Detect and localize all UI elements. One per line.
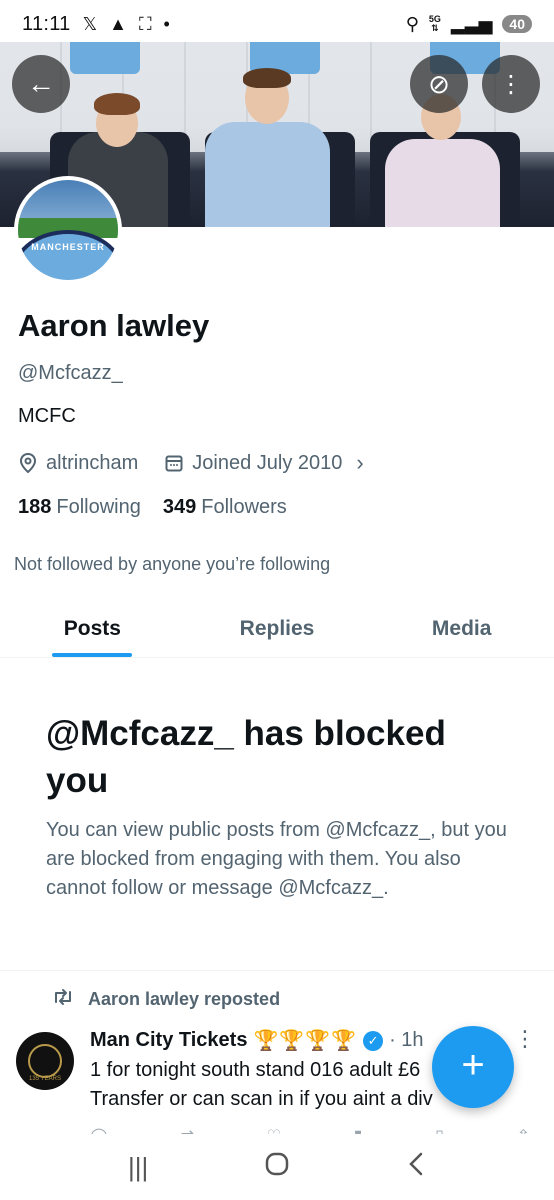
status-time: 11:11 xyxy=(22,12,71,35)
profile-handle: @Mcfcazz_ xyxy=(18,362,123,384)
location-icon: ⚲ xyxy=(405,14,419,34)
avatar-crest-ring xyxy=(28,1044,62,1078)
divider xyxy=(0,970,554,971)
profile-joined-date: Joined July 2010 xyxy=(192,451,343,474)
more-vertical-icon: ⋮ xyxy=(499,70,523,98)
repost-label[interactable]: Aaron lawley reposted xyxy=(88,989,280,1010)
profile-tabs: Posts Replies Media xyxy=(0,600,554,658)
avatar-years-text: 135 YEARS xyxy=(29,1076,61,1082)
location-pin-icon xyxy=(18,453,38,473)
bookmark-icon[interactable]: ▯ xyxy=(435,1126,444,1134)
tweet-text: 1 for tonight south stand 016 adult £6 T… xyxy=(90,1056,480,1114)
followers-link[interactable]: 349 Followers xyxy=(163,496,287,519)
like-icon[interactable]: ♡ xyxy=(267,1126,281,1134)
home-icon[interactable] xyxy=(264,1151,290,1184)
profile-meta: altrincham Joined July 2010 › xyxy=(18,450,364,476)
chevron-right-icon[interactable]: › xyxy=(356,450,363,476)
profile-bio: MCFC xyxy=(18,405,76,427)
tweet-header: Man City Tickets 🏆🏆🏆🏆 ✓ · 1h xyxy=(90,1028,424,1053)
tweet-actions: ◯ ⇄ ♡ ▮ ▯ ⇪ xyxy=(90,1126,530,1134)
battery-indicator: 40 xyxy=(502,15,532,33)
tweet-time: · 1h xyxy=(389,1029,424,1051)
arrow-left-icon: ← xyxy=(27,68,55,99)
trophy-emojis: 🏆🏆🏆🏆 xyxy=(253,1030,358,1052)
reply-icon[interactable]: ◯ xyxy=(90,1126,108,1134)
views-icon[interactable]: ▮ xyxy=(354,1126,363,1134)
blocked-description: You can view public posts from @Mcfcazz_… xyxy=(46,819,507,899)
dot-icon: • xyxy=(163,14,170,34)
x-icon: 𝕏 xyxy=(82,14,98,34)
blocked-title: @Mcfcazz_ has blocked you xyxy=(46,714,446,800)
repost-icon xyxy=(52,988,74,1011)
follow-counts: 188 Following 349 Followers xyxy=(18,496,287,519)
following-label: Following xyxy=(56,496,141,518)
followers-label: Followers xyxy=(201,496,287,518)
tab-media[interactable]: Media xyxy=(369,600,554,657)
retweet-icon[interactable]: ⇄ xyxy=(181,1126,194,1134)
calendar-icon xyxy=(164,453,184,473)
verified-badge-icon: ✓ xyxy=(363,1030,384,1051)
profile-location: altrincham xyxy=(46,451,139,474)
signal-icon: ▂▃▅ xyxy=(450,14,493,34)
avatar-crest-text: MANCHESTER xyxy=(31,242,105,252)
tweet-author-avatar[interactable]: 135 YEARS xyxy=(16,1032,74,1090)
repost-indicator: Aaron lawley reposted xyxy=(52,988,280,1011)
recents-icon[interactable]: ||| xyxy=(128,1152,148,1183)
tweet-more-icon[interactable]: ⋮ xyxy=(514,1026,536,1052)
tab-replies[interactable]: Replies xyxy=(185,600,370,657)
more-options-button[interactable]: ⋮ xyxy=(482,55,540,113)
profile-name: Aaron lawley xyxy=(18,308,210,343)
compose-post-button[interactable]: + xyxy=(432,1026,514,1108)
banner-person xyxy=(205,62,330,227)
navigation-icon: ▲ xyxy=(109,14,127,34)
profile-avatar[interactable]: MANCHESTER xyxy=(14,176,122,284)
network-label: 5G ⇅ xyxy=(428,14,441,33)
status-bar: 11:11 𝕏 ▲ ⛶ • ⚲ 5G ⇅ ▂▃▅ 40 xyxy=(0,0,554,48)
following-count: 188 xyxy=(18,496,52,518)
share-icon[interactable]: ⇪ xyxy=(517,1126,530,1134)
not-followed-notice: Not followed by anyone you’re following xyxy=(14,554,331,574)
tab-posts[interactable]: Posts xyxy=(0,600,185,657)
avatar-crest xyxy=(18,230,118,280)
followers-count: 349 xyxy=(162,496,197,518)
grok-icon: ⊘ xyxy=(428,68,450,99)
grok-button[interactable]: ⊘ xyxy=(410,55,468,113)
tweet-author-name[interactable]: Man City Tickets xyxy=(90,1029,247,1052)
following-link[interactable]: 188 Following xyxy=(18,496,141,519)
system-nav-bar: ||| xyxy=(0,1134,554,1200)
back-button[interactable]: ← xyxy=(12,55,70,113)
screenshot-icon: ⛶ xyxy=(138,14,152,34)
back-icon[interactable] xyxy=(406,1151,426,1184)
plus-icon: + xyxy=(461,1042,485,1087)
tweet-line-2: Transfer or can scan in if you aint a di… xyxy=(90,1088,433,1110)
tweet-line-1: 1 for tonight south stand 016 adult £6 xyxy=(90,1059,421,1081)
